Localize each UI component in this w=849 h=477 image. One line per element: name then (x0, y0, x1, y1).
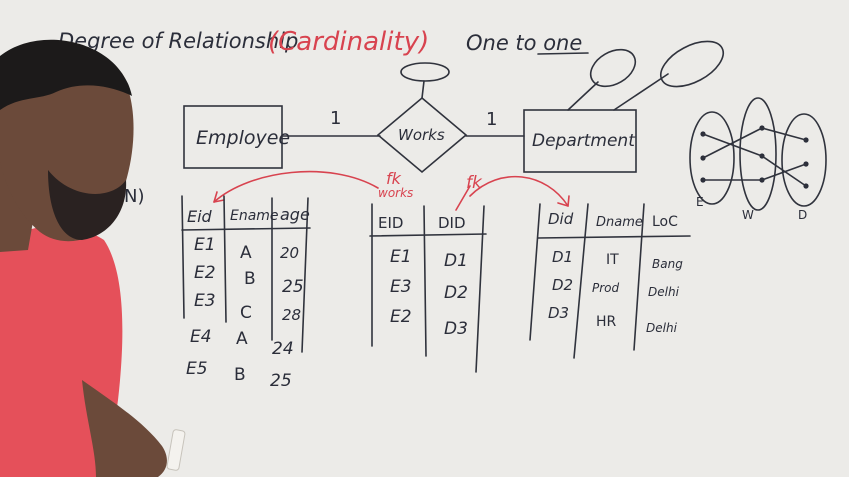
employee-cell: A (236, 329, 248, 349)
department-header-dname: Dname (596, 215, 643, 230)
department-cell: D2 (552, 276, 573, 294)
department-header-did: Did (548, 210, 574, 228)
works-cell: D3 (444, 319, 468, 339)
works-cell: D2 (444, 283, 468, 303)
employee-cell: E3 (194, 291, 216, 311)
department-cell: Bang (652, 257, 683, 271)
employee-cell: 28 (282, 306, 301, 324)
heading-prefix: Degree of Relationship (58, 29, 298, 53)
department-cell: Delhi (648, 285, 680, 299)
works-header-eid: EID (378, 214, 403, 232)
department-cell: IT (606, 252, 619, 268)
employee-cell: B (244, 269, 256, 289)
works-cell: D1 (444, 251, 468, 271)
side-note: N) (124, 186, 145, 207)
department-cell: D1 (552, 248, 573, 266)
employee-cell: 25 (282, 277, 304, 297)
mapping-label-d: D (798, 208, 807, 222)
whiteboard: Degree of Relationship (Cardinality) One… (0, 0, 849, 477)
underline-one (537, 52, 589, 55)
cardinality-left: 1 (330, 108, 341, 129)
entity-department-label: Department (532, 131, 636, 151)
employee-cell: 25 (270, 371, 292, 391)
employee-cell: C (240, 303, 252, 323)
employee-cell: 24 (272, 339, 294, 359)
employee-cell: A (240, 243, 252, 263)
employee-header-age: age (280, 205, 310, 224)
employee-header-eid: Eid (187, 207, 213, 226)
employee-header-ename: Ename (230, 208, 279, 224)
employee-cell: E4 (190, 327, 212, 347)
mapping-label-w: W (742, 208, 754, 222)
entity-employee-label: Employee (196, 127, 290, 149)
works-cell: E2 (390, 307, 412, 327)
works-header-did: DID (438, 214, 466, 232)
department-cell: HR (596, 314, 617, 330)
heading-one-to-one: One to one (466, 31, 582, 55)
mapping-label-e: E (696, 195, 704, 209)
employee-cell: E5 (186, 359, 208, 379)
department-cell: Prod (592, 281, 620, 295)
works-cell: E1 (390, 247, 412, 267)
works-cell: E3 (390, 277, 412, 297)
employee-cell: E2 (194, 263, 216, 283)
employee-cell: E1 (194, 235, 216, 255)
relationship-works-label: Works (398, 126, 445, 144)
department-cell: D3 (548, 304, 569, 322)
heading-cardinality: (Cardinality) (268, 27, 429, 57)
department-header-loc: LoC (652, 214, 678, 230)
cardinality-right: 1 (486, 109, 497, 130)
department-cell: Delhi (646, 321, 678, 335)
employee-cell: B (234, 365, 246, 385)
employee-cell: 20 (280, 244, 299, 262)
works-table-name: works (378, 186, 413, 200)
